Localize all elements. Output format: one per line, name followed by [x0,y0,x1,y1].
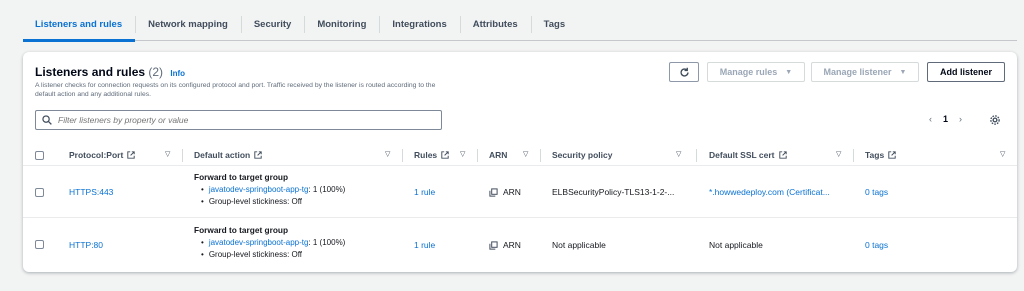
chevron-right-icon[interactable]: › [959,114,962,124]
external-link-icon [441,151,449,159]
external-link-icon [254,151,262,159]
panel-title: Listeners and rules (2) Info [35,65,185,79]
external-link-icon [127,151,135,159]
column-label: Protocol:Port [69,150,124,160]
select-all-checkbox[interactable] [35,144,44,166]
stickiness-text: Group-level stickiness: Off [194,196,345,208]
column-rules[interactable]: Rules [414,144,449,166]
column-label: Default action [194,150,251,160]
tab-tags[interactable]: Tags [530,9,578,40]
tab-integrations[interactable]: Integrations [379,9,459,40]
column-protocol-port[interactable]: Protocol:Port [69,144,135,166]
arn-label: ARN [503,187,521,197]
sort-icon[interactable]: ▽ [165,150,170,158]
sort-icon[interactable]: ▽ [836,150,841,158]
tab-bar: Listeners and rules Network mapping Secu… [23,9,1017,42]
manage-rules-label: Manage rules [719,67,778,77]
security-policy-value: Not applicable [552,240,606,250]
gear-icon[interactable] [989,113,1001,131]
column-arn[interactable]: ARN [489,144,507,166]
search-input[interactable] [58,115,428,125]
tab-network-mapping[interactable]: Network mapping [135,9,241,40]
manage-rules-button[interactable]: Manage rules ▼ [707,62,805,82]
add-listener-button[interactable]: Add listener [927,62,1005,82]
ssl-cert-link[interactable]: *.howwedeploy.com (Certificat... [709,187,830,197]
panel-title-text: Listeners and rules [35,65,146,79]
stickiness-text: Group-level stickiness: Off [194,249,345,261]
arn-copy-button[interactable]: ARN [489,187,521,197]
row-checkbox[interactable] [35,240,44,249]
external-link-icon [778,151,787,159]
search-icon [42,115,52,125]
chevron-down-icon: ▼ [785,68,793,76]
column-divider [182,149,183,162]
column-security-policy[interactable]: Security policy [552,144,612,166]
column-label: Rules [414,150,438,160]
panel-description: A listener checks for connection request… [35,82,436,99]
refresh-button[interactable] [669,62,699,82]
copy-icon [489,187,498,197]
rules-link[interactable]: 1 rule [414,187,435,197]
column-divider [540,149,541,162]
action-title: Forward to target group [194,172,289,182]
filter-search[interactable] [35,110,442,130]
column-default-ssl-cert[interactable]: Default SSL cert [709,144,787,166]
column-label: Default SSL cert [709,150,775,160]
target-weight: : 1 (100%) [308,238,346,247]
tags-link[interactable]: 0 tags [865,240,888,250]
sort-icon[interactable]: ▽ [676,150,681,158]
column-label: Security policy [552,150,613,160]
column-divider [477,149,478,162]
rules-link[interactable]: 1 rule [414,240,435,250]
column-divider [402,149,403,162]
sort-icon[interactable]: ▽ [385,150,390,158]
arn-copy-button[interactable]: ARN [489,240,521,250]
page-number[interactable]: 1 [943,114,948,124]
chevron-left-icon[interactable]: ‹ [929,114,932,124]
manage-listener-label: Manage listener [823,67,892,77]
manage-listener-button[interactable]: Manage listener ▼ [811,62,919,82]
column-tags[interactable]: Tags [865,144,896,166]
table-row: HTTPS:443 Forward to target group javato… [23,166,1017,218]
column-divider [696,149,697,162]
table-header: Protocol:Port ▽ Default action ▽ Rules ▽… [23,144,1017,166]
copy-icon [489,240,498,250]
column-label: ARN [489,150,508,160]
column-label: Tags [865,150,885,160]
chevron-down-icon: ▼ [899,68,907,76]
target-group-link[interactable]: javatodev-springboot-app-tg [209,238,309,247]
tags-link[interactable]: 0 tags [865,187,888,197]
ssl-cert-value: Not applicable [709,240,763,250]
row-checkbox[interactable] [35,188,44,197]
protocol-port-link[interactable]: HTTPS:443 [69,187,113,197]
sort-icon[interactable]: ▽ [460,150,465,158]
protocol-port-link[interactable]: HTTP:80 [69,240,103,250]
tab-listeners-and-rules[interactable]: Listeners and rules [23,9,136,42]
target-weight: : 1 (100%) [308,185,346,194]
tab-monitoring[interactable]: Monitoring [304,9,379,40]
tab-security[interactable]: Security [240,9,305,40]
sort-icon[interactable]: ▽ [523,150,528,158]
tab-attributes[interactable]: Attributes [459,9,531,40]
listeners-panel: Listeners and rules (2) Info A listener … [23,52,1017,272]
sort-icon[interactable]: ▽ [1000,150,1005,158]
external-link-icon [888,151,896,159]
pagination: ‹ 1 › [929,114,962,124]
column-divider [853,149,854,162]
default-action-cell: Forward to target group javatodev-spring… [194,225,345,261]
arn-label: ARN [503,240,521,250]
default-action-cell: Forward to target group javatodev-spring… [194,172,345,208]
info-link[interactable]: Info [170,69,185,78]
column-default-action[interactable]: Default action [194,144,262,166]
target-group-link[interactable]: javatodev-springboot-app-tg [209,185,309,194]
security-policy-value: ELBSecurityPolicy-TLS13-1-2-... [552,187,675,197]
listener-count: (2) [148,65,164,79]
table-row: HTTP:80 Forward to target group javatode… [23,219,1017,271]
action-title: Forward to target group [194,225,289,235]
refresh-icon [679,67,689,77]
